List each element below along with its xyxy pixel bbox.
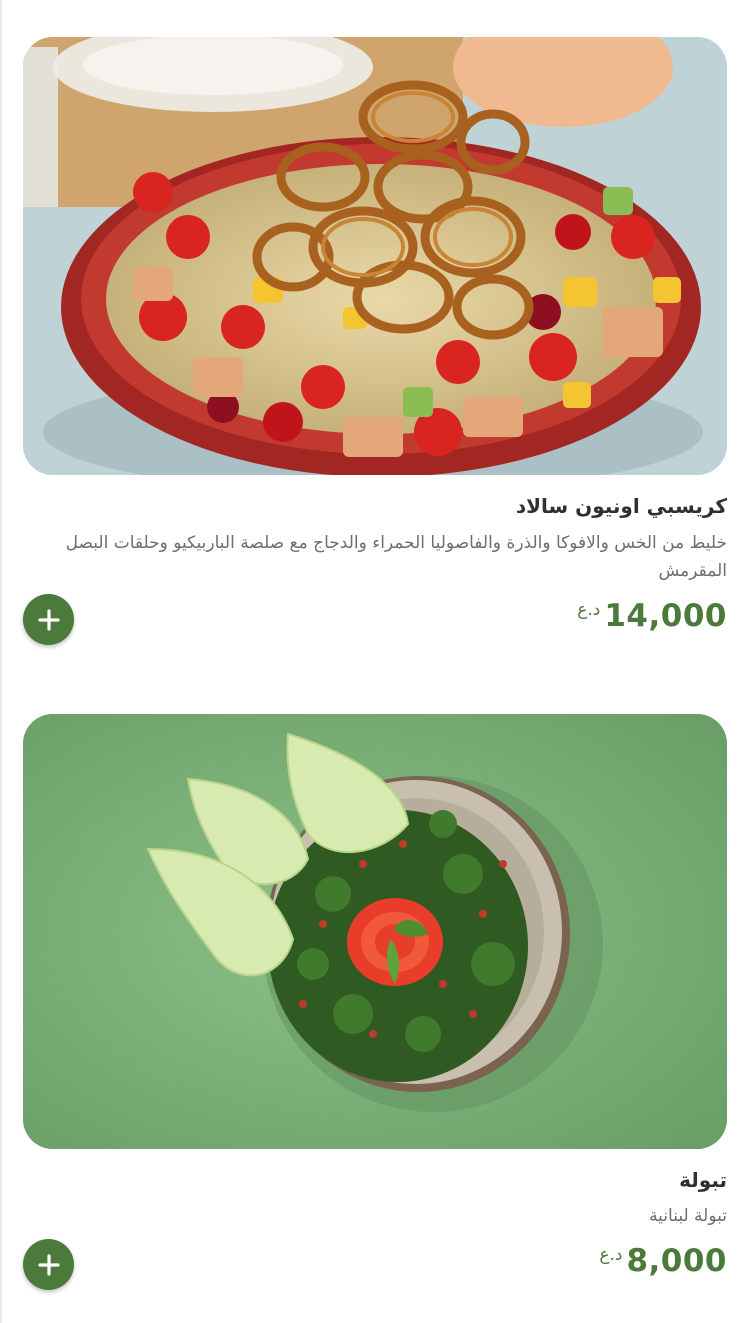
dish-description: خليط من الخس والافوكا والذرة والفاصوليا … (65, 533, 727, 581)
dish-photo[interactable] (23, 37, 727, 475)
add-to-cart-button[interactable] (23, 594, 74, 645)
price-tag: د.ع 8,000 (599, 1243, 727, 1279)
menu-item-card[interactable]: كريسبي اونيون سالاد خليط من الخس والافوك… (23, 37, 727, 648)
dish-photo[interactable] (23, 714, 727, 1149)
dish-title: تبولة (679, 1168, 727, 1192)
price-row: د.ع 8,000 (23, 1239, 727, 1293)
price-amount: 8,000 (626, 1243, 727, 1279)
salad-illustration (23, 37, 727, 475)
plus-icon (37, 608, 60, 631)
dish-description: تبولة لبنانية (649, 1206, 727, 1226)
price-tag: د.ع 14,000 (577, 598, 727, 634)
menu-item-card[interactable]: تبولة تبولة لبنانية د.ع 8,000 (23, 714, 727, 1293)
price-amount: 14,000 (604, 598, 727, 634)
add-to-cart-button[interactable] (23, 1239, 74, 1290)
price-row: د.ع 14,000 (23, 594, 727, 648)
plus-icon (37, 1253, 60, 1276)
tabbouleh-illustration (23, 714, 727, 1149)
dish-title: كريسبي اونيون سالاد (515, 494, 727, 518)
left-edge-divider (0, 0, 2, 1323)
currency-label: د.ع (599, 1245, 623, 1265)
currency-label: د.ع (577, 600, 601, 620)
